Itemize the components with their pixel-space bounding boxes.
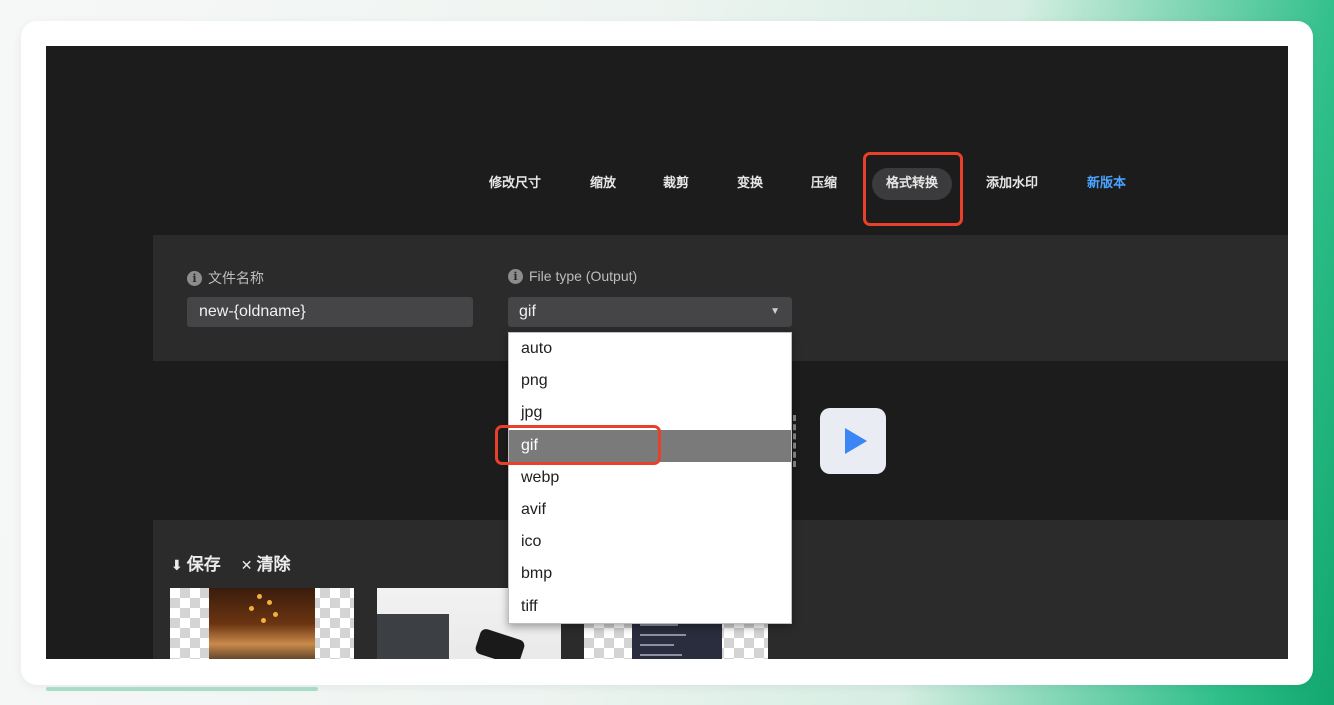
nav-new-version[interactable]: 新版本 — [1087, 168, 1126, 200]
nav-compress[interactable]: 压缩 — [811, 168, 837, 200]
info-icon: i — [508, 268, 523, 284]
filetype-option-auto[interactable]: auto — [509, 333, 791, 365]
nav-resize[interactable]: 修改尺寸 — [489, 168, 541, 200]
card-scroll-indicator — [46, 687, 318, 691]
info-icon: i — [187, 270, 202, 286]
thumbnail-image — [209, 588, 315, 659]
nav-watermark[interactable]: 添加水印 — [986, 168, 1038, 200]
caret-down-icon: ▼ — [770, 306, 780, 317]
filename-input[interactable] — [187, 297, 473, 327]
close-icon: ✕ — [240, 558, 253, 574]
nav-format-convert[interactable]: 格式转换 — [872, 168, 953, 200]
filetype-select[interactable]: gif ▼ — [508, 297, 792, 327]
filetype-selected-value: gif — [519, 303, 536, 320]
nav-scale[interactable]: 缩放 — [590, 168, 616, 200]
filetype-option-ico[interactable]: ico — [509, 526, 791, 558]
filetype-option-png[interactable]: png — [509, 365, 791, 397]
clear-button[interactable]: ✕ 清除 — [241, 550, 291, 575]
save-button[interactable]: ⬇ 保存 — [171, 550, 221, 575]
filetype-dropdown: auto png jpg gif webp avif ico bmp tiff — [508, 332, 792, 624]
result-thumbnail[interactable] — [170, 588, 354, 659]
filetype-option-bmp[interactable]: bmp — [509, 558, 791, 590]
filetype-label: i File type (Output) — [508, 268, 637, 284]
top-nav: 修改尺寸 缩放 裁剪 变换 压缩 格式转换 添加水印 新版本 — [46, 46, 1288, 236]
filename-label: i 文件名称 — [187, 268, 264, 288]
nav-transform[interactable]: 变换 — [737, 168, 763, 200]
run-button[interactable] — [820, 408, 886, 474]
app-screen: 修改尺寸 缩放 裁剪 变换 压缩 格式转换 添加水印 新版本 i 文件名称 i … — [46, 46, 1288, 659]
results-toolbar: ⬇ 保存 ✕ 清除 — [171, 550, 290, 575]
filetype-option-gif[interactable]: gif — [509, 429, 791, 462]
filetype-option-avif[interactable]: avif — [509, 494, 791, 526]
download-icon: ⬇ — [171, 558, 183, 574]
filetype-option-jpg[interactable]: jpg — [509, 397, 791, 429]
filetype-option-webp[interactable]: webp — [509, 462, 791, 494]
play-icon — [844, 428, 867, 454]
nav-crop[interactable]: 裁剪 — [663, 168, 689, 200]
filetype-option-tiff[interactable]: tiff — [509, 591, 791, 623]
